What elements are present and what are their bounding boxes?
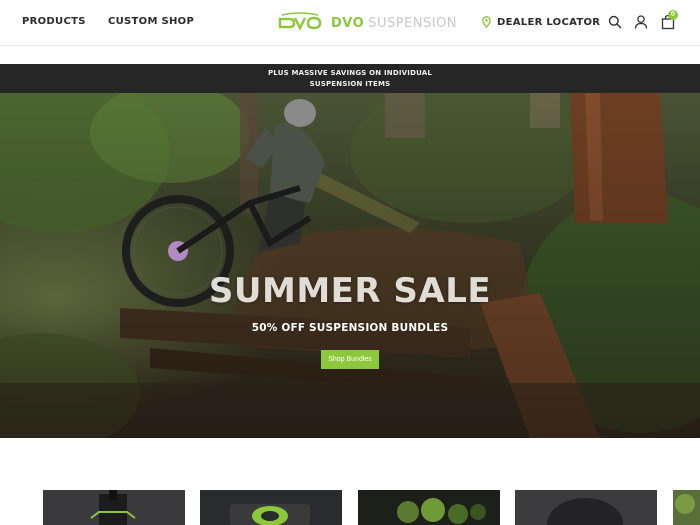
logo-brand-text: DVO bbox=[331, 15, 365, 31]
product-thumb-parts[interactable] bbox=[358, 490, 500, 525]
dealer-locator-link[interactable]: DEALER LOCATOR bbox=[482, 16, 600, 28]
product-thumb-fork-image bbox=[43, 490, 185, 525]
hero-banner: SUMMER SALE 50% OFF SUSPENSION BUNDLES S… bbox=[0, 93, 700, 438]
cart-count-badge: 0 bbox=[668, 10, 678, 20]
product-thumb-shock-image bbox=[200, 490, 342, 525]
dealer-locator-label: DEALER LOCATOR bbox=[497, 16, 601, 28]
product-thumb-helmet[interactable] bbox=[515, 490, 657, 525]
hero-title: SUMMER SALE bbox=[208, 271, 492, 311]
nav-products[interactable]: PRODUCTS bbox=[22, 16, 86, 27]
promo-line-2: SUSPENSION ITEMS bbox=[309, 80, 391, 88]
product-thumb-shock[interactable] bbox=[200, 490, 342, 525]
dvo-logo-mark-icon bbox=[278, 12, 322, 31]
hero-subtitle: 50% OFF SUSPENSION BUNDLES bbox=[251, 322, 449, 334]
shop-bundles-button[interactable]: Shop Bundles bbox=[321, 350, 379, 369]
site-logo[interactable]: DVO SUSPENSION bbox=[278, 11, 457, 35]
product-thumb-partial-image bbox=[673, 490, 700, 525]
hero-forest-photo bbox=[0, 93, 700, 438]
product-thumb-partial[interactable] bbox=[673, 490, 700, 525]
product-thumb-parts-image bbox=[358, 490, 500, 525]
promo-line-1: PLUS MASSIVE SAVINGS ON INDIVIDUAL bbox=[267, 69, 433, 77]
promo-bar: PLUS MASSIVE SAVINGS ON INDIVIDUAL SUSPE… bbox=[0, 64, 700, 93]
nav-custom-shop[interactable]: CUSTOM SHOP bbox=[108, 16, 194, 27]
search-icon[interactable] bbox=[607, 14, 623, 30]
product-thumb-helmet-image bbox=[515, 490, 657, 525]
site-header: PRODUCTS CUSTOM SHOP DVO SUSPENSION DEALE… bbox=[0, 0, 700, 46]
location-pin-icon bbox=[482, 16, 491, 28]
logo-suffix-text: SUSPENSION bbox=[368, 15, 458, 31]
account-icon[interactable] bbox=[633, 14, 649, 30]
product-thumb-fork[interactable] bbox=[43, 490, 185, 525]
